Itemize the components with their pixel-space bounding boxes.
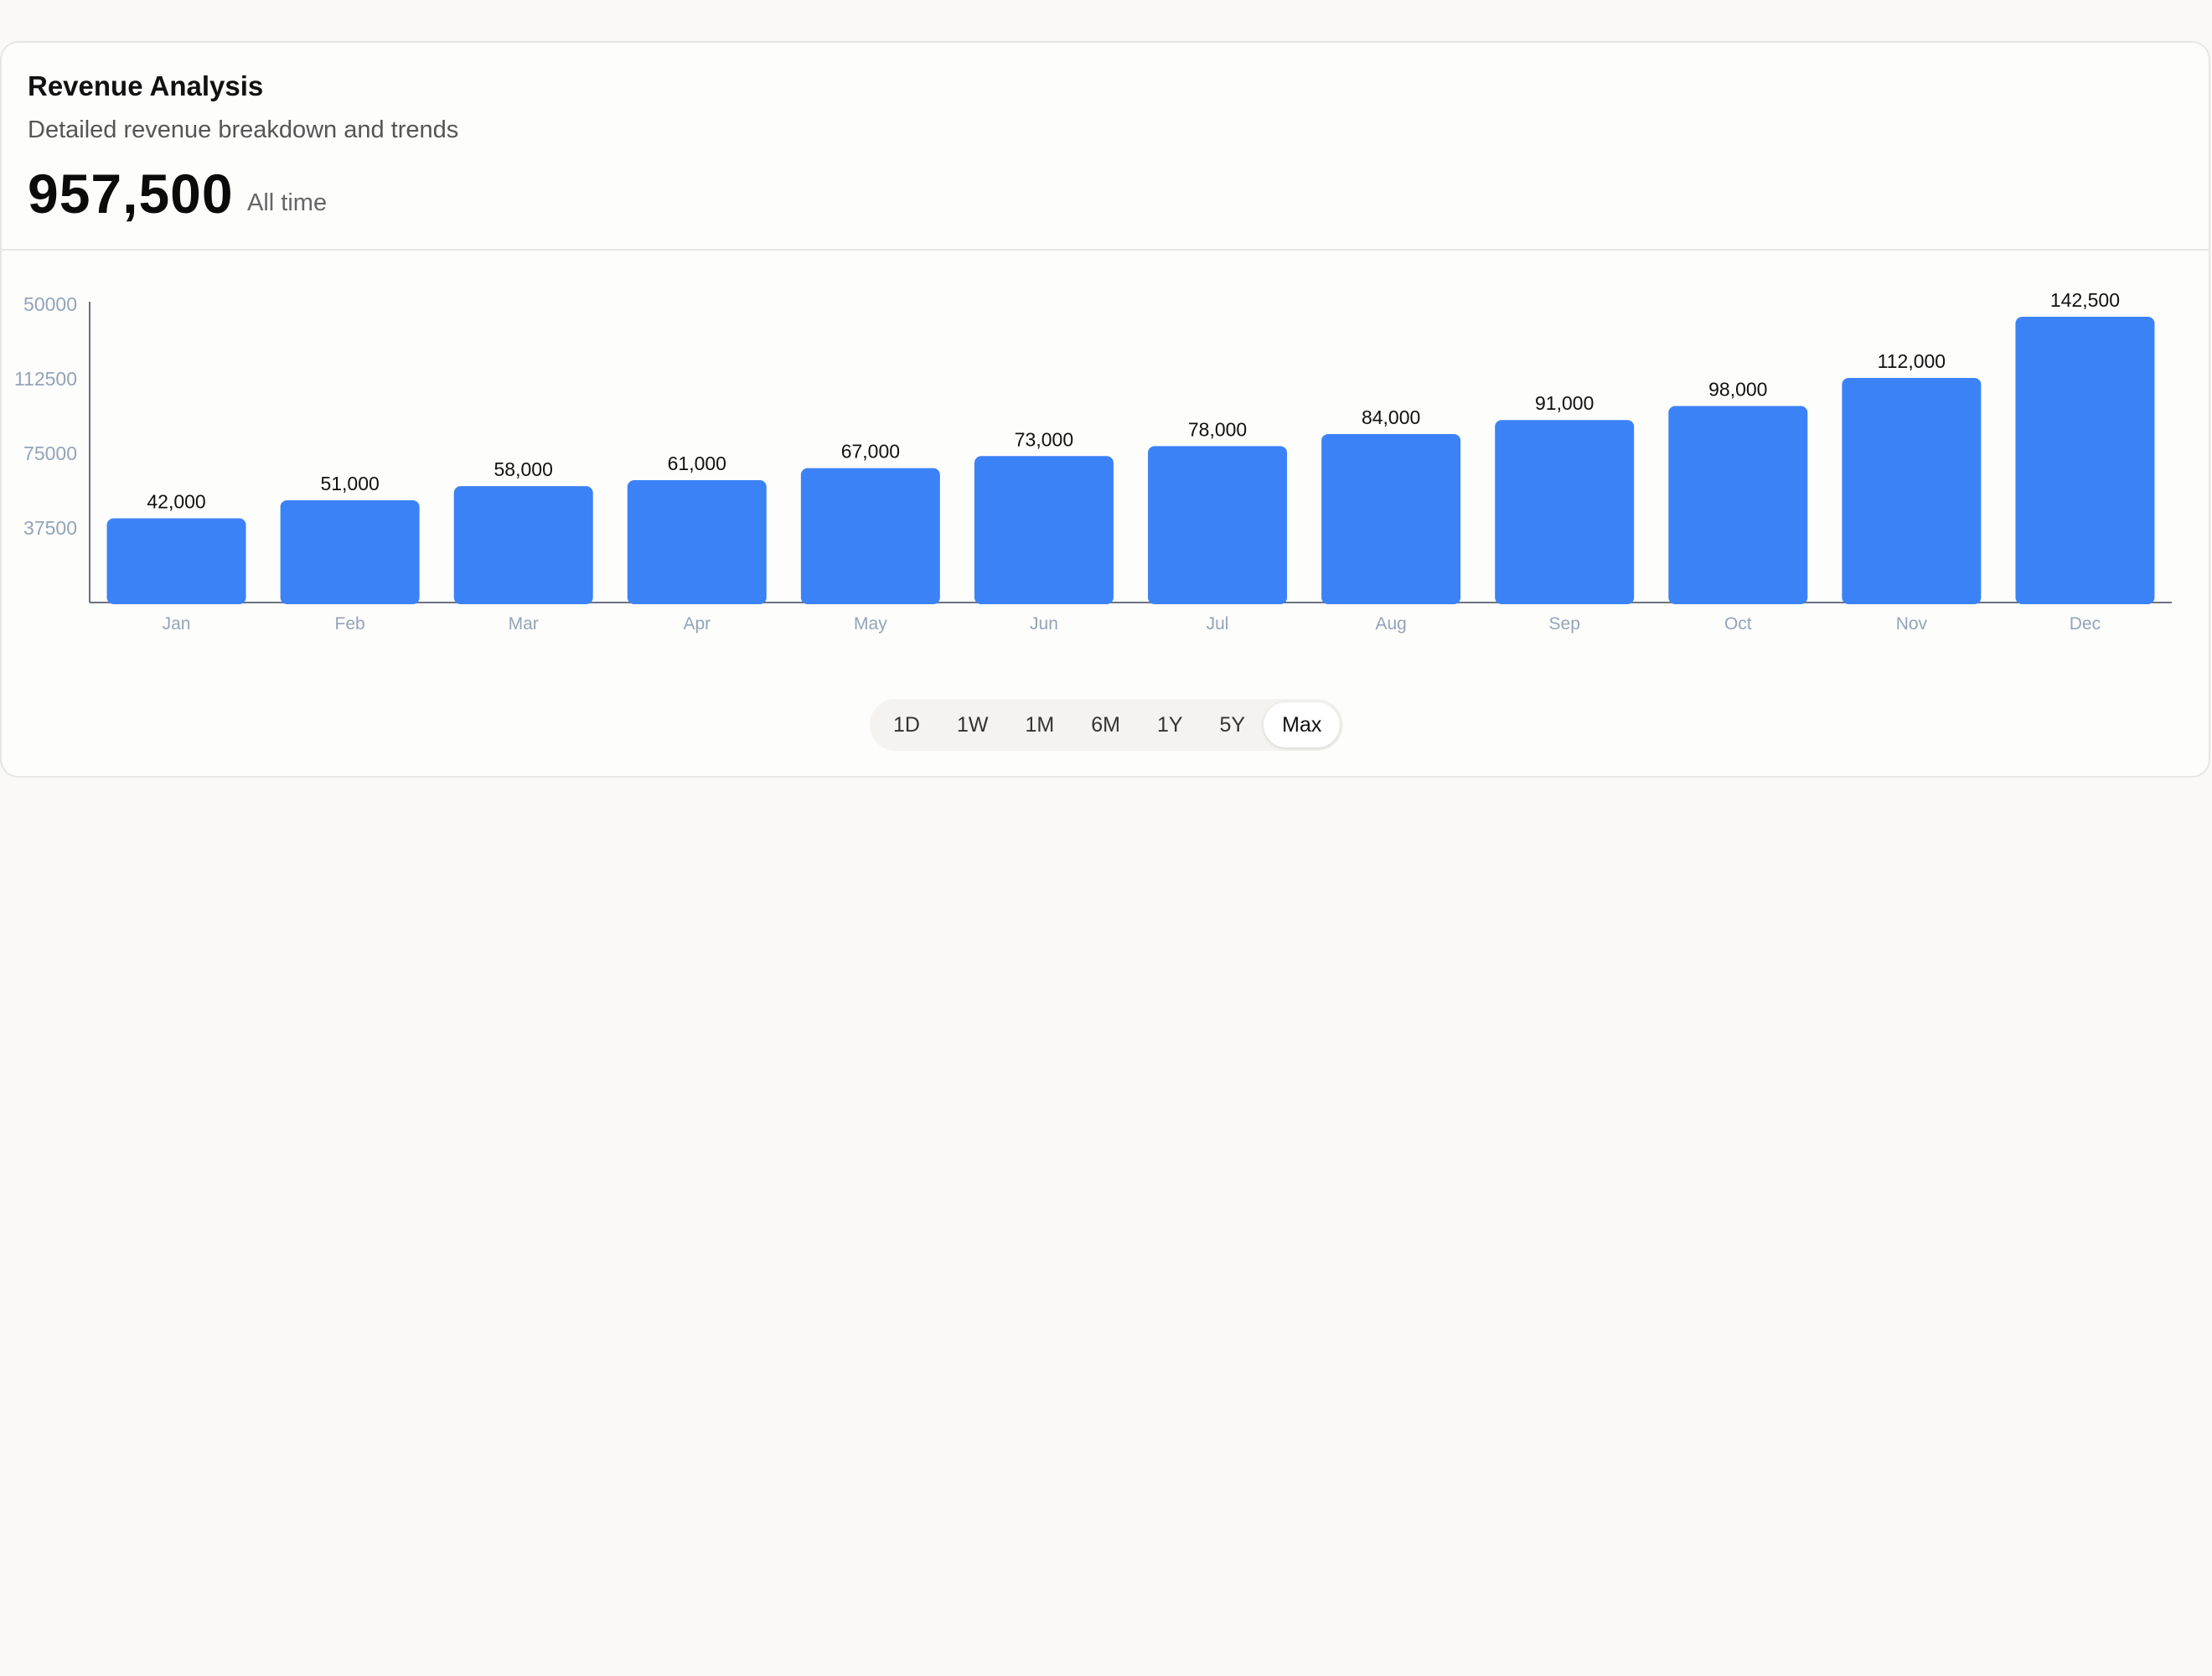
range-6m-button[interactable]: 6M xyxy=(1072,702,1139,747)
bar-value-label: 61,000 xyxy=(668,453,726,474)
card-title: Revenue Analysis xyxy=(28,70,264,101)
bar-value-label: 112,000 xyxy=(1878,350,1946,372)
total-value: 957,500 xyxy=(28,163,234,225)
bar-value-label: 58,000 xyxy=(494,458,553,480)
bar-value-label: 84,000 xyxy=(1362,406,1420,428)
bar-jul xyxy=(1148,446,1288,604)
bar-apr xyxy=(627,480,767,604)
x-tick-label: Jan xyxy=(163,614,191,634)
bar-may xyxy=(800,468,940,604)
revenue-bar-chart: 50000 112500 75000 37500 42,000 Jan 51,000 Feb 5… xyxy=(14,289,2172,634)
bar-value-label: 51,000 xyxy=(320,473,379,494)
y-tick-label: 112500 xyxy=(14,368,77,390)
range-5y-button[interactable]: 5Y xyxy=(1202,702,1264,747)
range-max-button[interactable]: Max xyxy=(1264,702,1341,747)
x-tick-label: Mar xyxy=(509,614,539,634)
range-1y-button[interactable]: 1Y xyxy=(1139,702,1202,747)
time-range-selector: 1D 1W 1M 6M 1Y 5Y Max xyxy=(870,699,1343,751)
x-tick-label: Jun xyxy=(1030,614,1058,634)
card-subtitle: Detailed revenue breakdown and trends xyxy=(28,116,459,143)
x-tick-label: Nov xyxy=(1896,614,1928,634)
x-tick-label: Jul xyxy=(1207,614,1229,634)
x-tick-label: Apr xyxy=(683,614,711,634)
bar-value-label: 42,000 xyxy=(147,490,205,512)
bar-value-label: 73,000 xyxy=(1015,428,1073,450)
x-tick-label: Feb xyxy=(335,614,365,634)
bar-value-label: 78,000 xyxy=(1188,418,1247,440)
bar-feb xyxy=(280,499,420,604)
bar-value-label: 67,000 xyxy=(841,441,900,463)
x-tick-label: Sep xyxy=(1549,614,1580,634)
y-tick-label: 50000 xyxy=(23,293,77,315)
total-caption: All time xyxy=(247,189,328,216)
bar-value-label: 91,000 xyxy=(1535,392,1594,414)
x-tick-label: Aug xyxy=(1375,614,1406,634)
x-tick-label: May xyxy=(854,614,887,634)
bar-jun xyxy=(974,456,1114,604)
x-tick-label: Oct xyxy=(1724,614,1752,634)
bar-dec xyxy=(2015,316,2155,604)
range-1w-button[interactable]: 1W xyxy=(938,702,1007,747)
range-1d-button[interactable]: 1D xyxy=(875,702,938,747)
y-tick-label: 37500 xyxy=(23,517,77,539)
bar-sep xyxy=(1495,420,1635,604)
y-tick-label: 75000 xyxy=(23,442,77,464)
bar-mar xyxy=(453,486,593,604)
x-tick-label: Dec xyxy=(2070,614,2101,634)
bar-value-label: 98,000 xyxy=(1708,378,1767,400)
range-1m-button[interactable]: 1M xyxy=(1006,702,1072,747)
bar-jan xyxy=(106,518,246,604)
bar-aug xyxy=(1321,433,1461,604)
card-divider xyxy=(0,249,2210,251)
bar-value-label: 142,500 xyxy=(2050,289,2120,311)
bar-nov xyxy=(1842,377,1982,604)
bar-oct xyxy=(1668,406,1808,604)
